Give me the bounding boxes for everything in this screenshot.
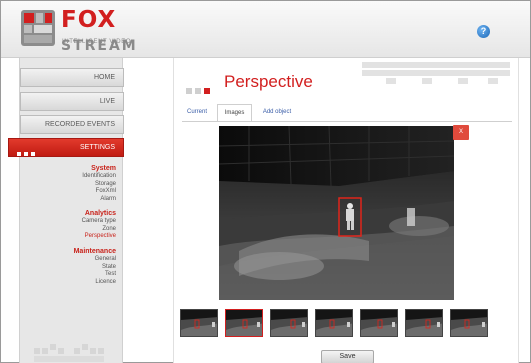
nav-settings[interactable]: SETTINGS <box>8 138 124 157</box>
brand-logo[interactable]: FOX STREAM INTELLIGENT VIDEO <box>19 8 141 54</box>
nav-recorded-events[interactable]: RECORDED EVENTS <box>20 115 124 134</box>
submenu-system: System Identification Storage FoxXml Ala… <box>82 165 116 203</box>
thumbnail-image <box>271 310 307 336</box>
submenu-group-system: System <box>91 165 116 172</box>
submenu-analytics: Analytics Camera type Zone Perspective <box>82 210 116 241</box>
thumbnail[interactable] <box>270 309 308 337</box>
submenu-item-general[interactable]: General <box>74 256 116 264</box>
detected-person <box>346 203 354 230</box>
camera-viewport[interactable] <box>219 126 454 300</box>
submenu-item-state[interactable]: State <box>74 264 116 272</box>
brand-name: FOX STREAM <box>61 9 138 58</box>
thumbnail-image <box>181 310 217 336</box>
nav-home[interactable]: HOME <box>20 68 124 87</box>
close-icon: X <box>458 129 463 135</box>
nav-settings-label: SETTINGS <box>79 144 115 151</box>
page-title: Perspective <box>224 72 313 91</box>
thumbnail[interactable] <box>225 309 263 337</box>
thumbnail[interactable] <box>315 309 353 337</box>
submenu-item-storage[interactable]: Storage <box>82 181 116 189</box>
tab-images[interactable]: Images <box>217 104 252 122</box>
submenu-item-alarm[interactable]: Alarm <box>82 196 116 204</box>
tab-add-object[interactable]: Add object <box>257 104 297 122</box>
submenu-item-zone[interactable]: Zone <box>82 226 116 234</box>
nav-live[interactable]: LIVE <box>20 92 124 111</box>
submenu-item-foxxml[interactable]: FoxXml <box>82 188 116 196</box>
thumbnail[interactable] <box>180 309 218 337</box>
panel-decoration <box>362 62 510 84</box>
nav-home-label: HOME <box>94 74 115 81</box>
submenu-item-licence[interactable]: Licence <box>74 279 116 287</box>
sidebar-decoration <box>34 344 104 362</box>
thumbnail-image <box>361 310 397 336</box>
thumbnail-image <box>316 310 352 336</box>
thermal-camera-image <box>219 126 454 300</box>
submenu-group-maintenance: Maintenance <box>73 248 116 255</box>
thumbnail-image <box>226 310 262 336</box>
tab-current[interactable]: Current <box>182 104 212 122</box>
nav-recorded-events-label: RECORDED EVENTS <box>44 121 115 128</box>
brand-tagline: INTELLIGENT VIDEO <box>62 39 132 45</box>
sidebar: HOME LIVE RECORDED EVENTS SETTINGS Syste… <box>8 58 124 363</box>
thumbnail-image <box>406 310 442 336</box>
submenu-item-test[interactable]: Test <box>74 271 116 279</box>
nav-live-label: LIVE <box>99 98 115 105</box>
settings-dots <box>17 146 38 163</box>
submenu-item-identification[interactable]: Identification <box>82 173 116 181</box>
close-button[interactable]: X <box>453 125 469 140</box>
submenu-item-perspective[interactable]: Perspective <box>82 233 116 241</box>
help-icon[interactable]: ? <box>477 25 490 38</box>
submenu-maintenance: Maintenance General State Test Licence <box>74 248 116 286</box>
submenu-group-analytics: Analytics <box>84 210 116 217</box>
thumbnail[interactable] <box>450 309 488 337</box>
foxstream-logo-icon <box>21 10 55 46</box>
save-button[interactable]: Save <box>321 350 374 363</box>
tab-divider <box>182 121 512 122</box>
main-panel: Perspective Current Images Add object X … <box>173 58 519 363</box>
thumbnail[interactable] <box>405 309 443 337</box>
top-bar: FOX STREAM INTELLIGENT VIDEO ? <box>1 1 530 58</box>
title-dots <box>186 81 213 99</box>
brand-primary: FOX <box>61 7 117 33</box>
thumbnail-image <box>451 310 487 336</box>
thumbnail[interactable] <box>360 309 398 337</box>
submenu-item-camera-type[interactable]: Camera type <box>82 218 116 226</box>
